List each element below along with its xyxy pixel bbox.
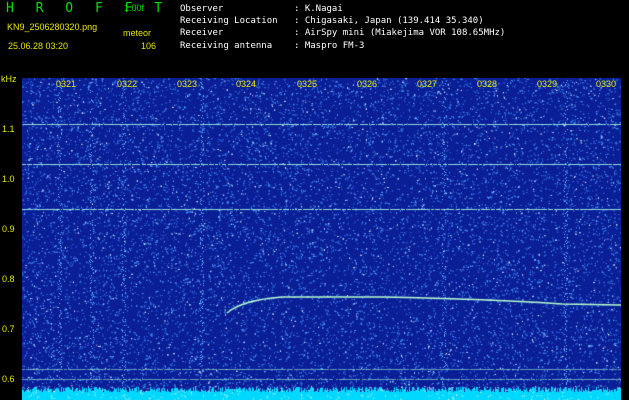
x-tick-label: 0326 bbox=[357, 79, 378, 89]
hrofft-window: H R O F F T 1.00f KN9_2506280320.png met… bbox=[0, 0, 629, 400]
info-row-observer: Observer : K.Nagai bbox=[180, 3, 505, 15]
y-tick-label: 0.8 bbox=[2, 274, 15, 284]
info-key: Receiving antenna bbox=[180, 40, 273, 51]
spectrogram bbox=[22, 78, 621, 400]
y-tick-label: 0.7 bbox=[2, 324, 15, 334]
info-row-location: Receiving Location : Chigasaki, Japan (13… bbox=[180, 15, 505, 27]
info-key: Receiver bbox=[180, 28, 224, 39]
capture-datetime: 25.06.28 03:20 bbox=[8, 41, 69, 51]
header-panel: H R O F F T 1.00f KN9_2506280320.png met… bbox=[0, 0, 629, 72]
app-version: 1.00f bbox=[124, 3, 145, 13]
mode-label: meteor bbox=[123, 28, 152, 38]
info-value: : AirSpy mini (Miakejima VOR 108.65MHz) bbox=[294, 28, 506, 39]
info-row-receiver: Receiver : AirSpy mini (Miakejima VOR 108… bbox=[180, 27, 505, 39]
x-tick-label: 0321 bbox=[56, 79, 77, 89]
y-tick-label: 1.0 bbox=[2, 174, 15, 184]
frequency-axis bbox=[0, 72, 22, 400]
y-tick-label: 0.6 bbox=[2, 374, 15, 384]
x-tick-label: 0323 bbox=[177, 79, 198, 89]
right-margin bbox=[621, 72, 629, 400]
y-tick-label: 1.1 bbox=[2, 124, 15, 134]
file-name: KN9_2506280320.png bbox=[7, 22, 98, 32]
x-tick-label: 0325 bbox=[297, 79, 318, 89]
info-key: Receiving Location bbox=[180, 16, 278, 27]
x-tick-label: 0324 bbox=[236, 79, 257, 89]
x-tick-label: 0322 bbox=[117, 79, 138, 89]
info-value: : K.Nagai bbox=[294, 4, 343, 14]
info-row-antenna: Receiving antenna : Maspro FM-3 bbox=[180, 40, 505, 52]
meteor-count: 106 bbox=[141, 41, 157, 51]
info-value: : Chigasaki, Japan (139.414 35.340) bbox=[294, 16, 484, 27]
x-tick-label: 0329 bbox=[537, 79, 558, 89]
x-tick-label: 0328 bbox=[477, 79, 498, 89]
x-tick-label: 0327 bbox=[417, 79, 438, 89]
x-tick-label: 0330 bbox=[596, 79, 617, 89]
app-title: H R O F F T bbox=[6, 1, 170, 16]
frequency-unit-label: kHz bbox=[1, 74, 17, 84]
info-key: Observer bbox=[180, 4, 224, 14]
info-value: : Maspro FM-3 bbox=[294, 40, 365, 51]
y-tick-label: 0.9 bbox=[2, 224, 15, 234]
station-info: Observer : K.Nagai Receiving Location : Ch… bbox=[180, 3, 505, 52]
